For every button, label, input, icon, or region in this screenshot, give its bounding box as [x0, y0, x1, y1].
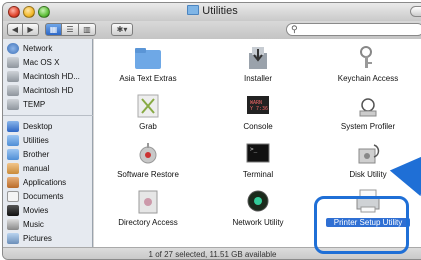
window-title-container: Utilities: [3, 5, 421, 17]
sidebar-item[interactable]: Desktop: [7, 121, 93, 134]
network-utility-icon: [242, 187, 274, 215]
sidebar-item[interactable]: Network: [7, 43, 93, 56]
terminal-icon: >_: [242, 139, 274, 167]
sidebar-item-label: Brother: [23, 150, 50, 159]
icon-view-button[interactable]: ▦: [45, 23, 62, 36]
directory-access-icon: [132, 187, 164, 215]
search-icon: ⚲: [291, 24, 298, 34]
forward-button[interactable]: ▶: [23, 23, 39, 36]
hard-drive-icon: [7, 99, 19, 110]
hard-drive-icon: [7, 57, 19, 68]
sidebar-item[interactable]: Applications: [7, 177, 93, 190]
column-view-button[interactable]: ▥: [79, 23, 96, 36]
system-profiler-icon: [352, 91, 384, 119]
pictures-icon: [7, 233, 19, 244]
file-item-label: Asia Text Extras: [119, 74, 177, 83]
svg-text:Y 7:36: Y 7:36: [250, 106, 268, 112]
sidebar-item[interactable]: Macintosh HD: [7, 85, 93, 98]
hard-drive-icon: [7, 85, 19, 96]
file-item[interactable]: Installer: [204, 41, 312, 91]
search-input[interactable]: ⚲: [286, 23, 421, 36]
sidebar-item-label: Movies: [23, 206, 49, 215]
sidebar-item-label: Mac OS X: [23, 58, 60, 67]
desktop-icon: [7, 121, 19, 132]
action-menu-button[interactable]: ✱▾: [111, 23, 133, 36]
grab-icon: [132, 91, 164, 119]
file-item-label: Console: [243, 122, 273, 131]
file-item-label: Installer: [243, 74, 272, 83]
applications-icon: [7, 177, 19, 188]
sidebar-item-label: Music: [23, 220, 44, 229]
sidebar-item-label: Pictures: [23, 234, 52, 243]
sidebar-item-label: Applications: [23, 178, 67, 187]
folder-icon: [187, 5, 200, 15]
file-item-label: Terminal: [242, 170, 274, 179]
disk-utility-icon: [352, 139, 384, 167]
list-view-button[interactable]: ☰: [62, 23, 79, 36]
sidebar-item-label: manual: [23, 164, 50, 173]
sidebar-item-label: Network: [23, 44, 53, 53]
sidebar-item[interactable]: TEMP: [7, 99, 93, 112]
file-item[interactable]: Directory Access: [94, 185, 202, 235]
globe-icon: [7, 43, 19, 54]
keychain-icon: [352, 43, 384, 71]
file-item[interactable]: Grab: [94, 89, 202, 139]
file-item-label: Network Utility: [232, 218, 284, 227]
callout-highlight: [314, 196, 409, 254]
sidebar-item-label: Desktop: [23, 122, 53, 131]
sidebar-item-label: Macintosh HD: [23, 86, 74, 95]
sidebar-item[interactable]: Macintosh HD...: [7, 71, 93, 84]
folder-icon: [7, 149, 19, 160]
sidebar-item-label: Macintosh HD...: [23, 72, 80, 81]
software-restore-icon: [132, 139, 164, 167]
folder-icon: [132, 43, 164, 71]
svg-text:>_: >_: [250, 146, 258, 153]
home-icon: [7, 163, 19, 174]
sidebar-item-label: Utilities: [23, 136, 49, 145]
sidebar-item[interactable]: Mac OS X: [7, 57, 93, 70]
sidebar-item[interactable]: manual: [7, 163, 93, 176]
hard-drive-icon: [7, 71, 19, 82]
sidebar-item-label: TEMP: [23, 100, 46, 109]
sidebar-item[interactable]: Documents: [7, 191, 93, 204]
file-item-label: Software Restore: [117, 170, 179, 179]
file-item-label: Grab: [139, 122, 157, 131]
toolbar: ◀ ▶ ▦ ☰ ▥ ✱▾ ⚲: [3, 21, 421, 39]
file-item[interactable]: >_ Terminal: [204, 137, 312, 187]
console-icon: WARN Y 7:36: [242, 91, 274, 119]
sidebar-item-label: Documents: [23, 192, 64, 201]
file-item[interactable]: WARN Y 7:36 Console: [204, 89, 312, 139]
folder-icon: [7, 135, 19, 146]
sidebar-item[interactable]: Brother: [7, 149, 93, 162]
file-item[interactable]: Software Restore: [94, 137, 202, 187]
file-item[interactable]: System Profiler: [314, 89, 421, 139]
file-item-label: Keychain Access: [337, 74, 399, 83]
installer-icon: [242, 43, 274, 71]
movies-icon: [7, 205, 19, 216]
sidebar-item[interactable]: Movies: [7, 205, 93, 218]
sidebar-item[interactable]: Pictures: [7, 233, 93, 246]
file-item[interactable]: Keychain Access: [314, 41, 421, 91]
sidebar-item[interactable]: Utilities: [7, 135, 93, 148]
sidebar-item[interactable]: Music: [7, 219, 93, 232]
file-item-label: System Profiler: [340, 122, 396, 131]
sidebar: Network Mac OS X Macintosh HD... Macintosh …: [3, 39, 93, 247]
documents-icon: [7, 191, 19, 202]
music-icon: [7, 219, 19, 230]
file-item[interactable]: Asia Text Extras: [94, 41, 202, 91]
window-title: Utilities: [202, 5, 238, 17]
file-item-label: Directory Access: [118, 218, 178, 227]
back-button[interactable]: ◀: [7, 23, 23, 36]
title-bar[interactable]: Utilities: [3, 3, 421, 21]
file-item[interactable]: Network Utility: [204, 185, 312, 235]
sidebar-divider: [3, 115, 93, 116]
toolbar-toggle-button[interactable]: [410, 6, 421, 17]
